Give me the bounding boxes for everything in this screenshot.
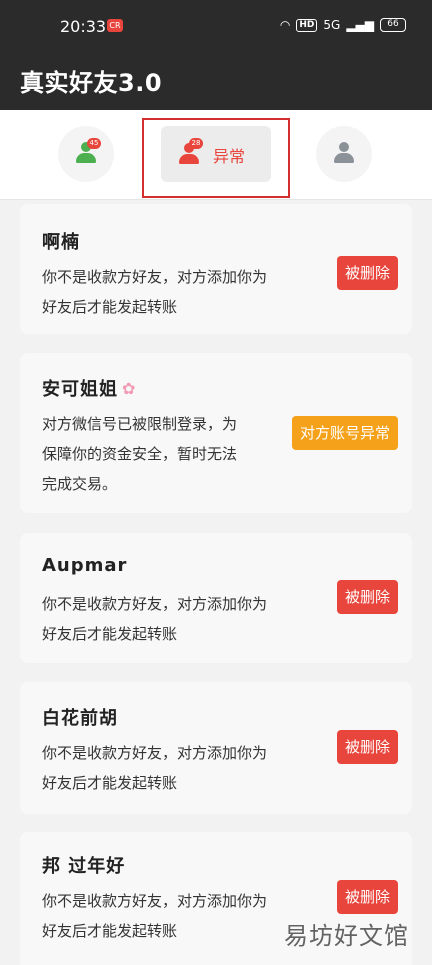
status-message: 你不是收款方好友，对方添加你为 好友后才能发起转账 (42, 595, 268, 643)
friend-name: 啊楠 (42, 232, 80, 253)
friends-count-badge: 45 (87, 138, 101, 149)
person-gray-icon (333, 142, 355, 164)
list-item: 安可姐姐 ✿ 对方微信号已被限制登录，为 保障你的资金安全，暂时无法 完成交易。 … (20, 353, 412, 513)
list-item: 白花前胡 你不是收款方好友，对方添加你为 好友后才能发起转账 被删除 (20, 682, 412, 814)
deleted-button[interactable]: 被删除 (336, 580, 398, 614)
tab-others[interactable] (316, 126, 372, 184)
signal-icon: ▂▄▆ (346, 18, 374, 32)
status-message: 你不是收款方好友，对方添加你为 好友后才能发起转账 (42, 268, 268, 316)
app-bar: 20:33 CR ◠ HD 5G ▂▄▆ 66 真实好友3.0 (0, 0, 432, 110)
status-icons: ◠ HD 5G ▂▄▆ 66 (280, 18, 406, 32)
status-message: 对方微信号已被限制登录，为 保障你的资金安全，暂时无法 完成交易。 (42, 415, 238, 493)
cherry-blossom-icon: ✿ (122, 379, 137, 398)
status-message: 你不是收款方好友，对方添加你为 好友后才能发起转账 (42, 892, 268, 940)
deleted-button[interactable]: 被删除 (336, 730, 398, 764)
deleted-button[interactable]: 被删除 (336, 256, 398, 290)
friend-name: Aupmar (42, 555, 128, 576)
list-item: 啊楠 你不是收款方好友，对方添加你为 好友后才能发起转账 被删除 (20, 204, 412, 334)
watermark: 易坊好文馆 (284, 922, 409, 950)
list-item: Aupmar 你不是收款方好友，对方添加你为 好友后才能发起转账 被删除 (20, 533, 412, 663)
friend-name: 安可姐姐 (42, 379, 118, 400)
friend-name: 邦 过年好 (42, 856, 126, 877)
friend-list[interactable]: 啊楠 你不是收款方好友，对方添加你为 好友后才能发起转账 被删除 安可姐姐 ✿ 对… (0, 200, 432, 965)
account-abnormal-button[interactable]: 对方账号异常 (291, 416, 398, 450)
hd-icon: HD (296, 18, 318, 32)
highlight-box (142, 118, 290, 198)
deleted-button[interactable]: 被删除 (336, 880, 398, 914)
battery-icon: 66 (380, 18, 406, 32)
status-time: 20:33 (60, 17, 107, 36)
status-message: 你不是收款方好友，对方添加你为 好友后才能发起转账 (42, 744, 268, 792)
tab-friends[interactable]: 45 (58, 126, 114, 184)
friend-name: 白花前胡 (42, 708, 118, 729)
wifi-icon: ◠ (279, 18, 291, 32)
page-title: 真实好友3.0 (20, 69, 163, 97)
status-bar: 20:33 CR ◠ HD 5G ▂▄▆ 66 (0, 0, 432, 52)
signal-label: 5G (323, 18, 341, 32)
recording-icon: CR (107, 19, 123, 32)
